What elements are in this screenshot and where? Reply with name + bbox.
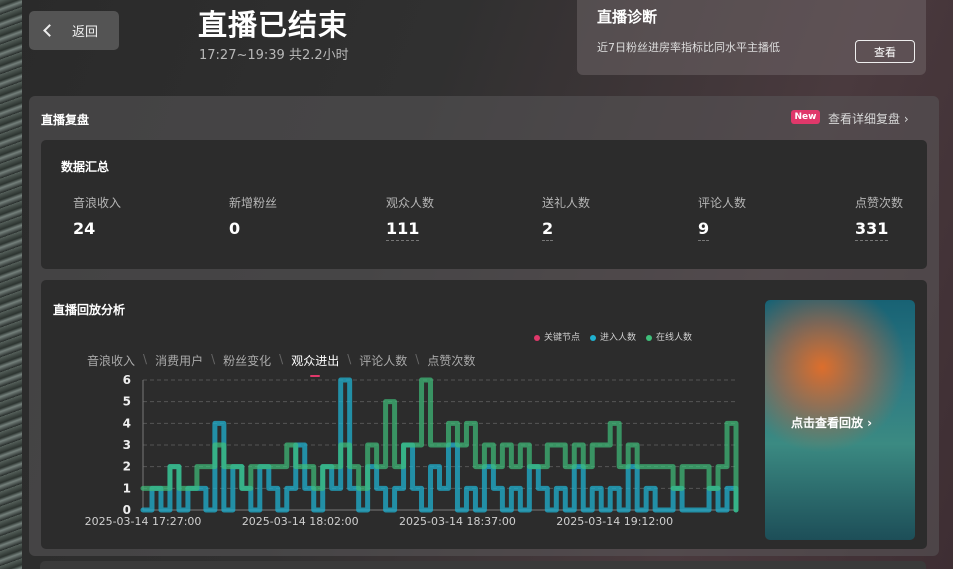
tab-income[interactable]: 音浪收入	[87, 352, 135, 369]
y-tick-label: 5	[123, 395, 131, 409]
data-summary-card: 数据汇总 音浪收入 24 新增粉丝 0 观众人数 111 送礼人数 2 评论人数…	[41, 140, 927, 269]
metric-new-fans: 新增粉丝 0	[229, 194, 277, 238]
metric-value: 111	[386, 219, 420, 241]
metric-gifters[interactable]: 送礼人数 2	[542, 194, 590, 241]
tab-separator: \	[211, 352, 216, 366]
tab-separator: \	[143, 352, 148, 366]
y-tick-label: 2	[123, 460, 131, 474]
metric-value: 331	[855, 219, 889, 241]
metric-label: 点赞次数	[855, 196, 904, 210]
metric-commenters[interactable]: 评论人数 9	[698, 194, 746, 241]
metric-value: 9	[698, 219, 710, 241]
tab-separator: \	[279, 352, 284, 366]
y-tick-label: 3	[123, 438, 131, 452]
metric-viewers[interactable]: 观众人数 111	[386, 194, 434, 241]
y-tick-label: 4	[123, 416, 131, 430]
metric-value: 2	[542, 219, 554, 241]
x-tick-label: 2025-03-14 19:12:00	[556, 515, 673, 528]
metric-income: 音浪收入 24	[73, 194, 121, 238]
metric-label: 评论人数	[698, 196, 747, 210]
replay-thumbnail[interactable]: 点击查看回放 ›	[765, 300, 915, 540]
y-tick-label: 1	[123, 481, 131, 495]
tab-fan-change[interactable]: 粉丝变化	[223, 352, 271, 369]
metric-label: 新增粉丝	[229, 196, 278, 210]
page-title: 直播已结束	[198, 8, 349, 42]
metric-label: 送礼人数	[542, 196, 591, 210]
analysis-tabs: 音浪收入 \ 消费用户 \ 粉丝变化 \ 观众进出 \ 评论人数 \ 点赞次数	[87, 352, 475, 377]
x-tick-label: 2025-03-14 18:37:00	[399, 515, 516, 528]
chart-legend: 关键节点 进入人数 在线人数	[534, 330, 692, 343]
legend-item-enter[interactable]: 进入人数	[590, 330, 636, 343]
chevron-left-icon	[43, 24, 56, 37]
metric-value: 0	[229, 219, 241, 238]
legend-label: 进入人数	[600, 333, 637, 343]
diagnosis-text: 近7日粉丝进房率指标比同水平主播低	[597, 41, 780, 54]
legend-item-key-nodes[interactable]: 关键节点	[534, 330, 580, 343]
tab-separator: \	[415, 352, 420, 366]
summary-title: 数据汇总	[61, 160, 110, 174]
review-title: 直播复盘	[41, 113, 90, 127]
detailed-review-link[interactable]: 查看详细复盘 ›	[828, 110, 909, 127]
tab-separator: \	[347, 352, 352, 366]
legend-label: 关键节点	[544, 333, 581, 343]
tab-commenters[interactable]: 评论人数	[359, 352, 407, 369]
metric-label: 音浪收入	[73, 196, 122, 210]
metric-likes[interactable]: 点赞次数 331	[855, 194, 903, 241]
metric-label: 观众人数	[386, 196, 435, 210]
legend-dot-icon	[590, 334, 597, 341]
legend-item-online[interactable]: 在线人数	[646, 330, 692, 343]
replay-analysis-card: 直播回放分析 关键节点 进入人数 在线人数 音浪收入 \ 消费用户 \ 粉丝变化 \ …	[41, 280, 927, 549]
legend-dot-icon	[646, 334, 653, 341]
back-button-label: 返回	[72, 25, 99, 40]
legend-dot-icon	[534, 334, 540, 341]
new-badge: New	[791, 110, 820, 124]
back-button[interactable]: 返回	[29, 11, 119, 50]
metric-value: 24	[73, 219, 96, 238]
audience-flow-chart: 01234562025-03-14 17:27:00 2025-03-14 18:…	[85, 373, 739, 528]
x-tick-label: 2025-03-14 18:02:00	[242, 515, 359, 528]
legend-label: 在线人数	[656, 333, 693, 343]
background-image-edge	[0, 0, 22, 569]
review-panel: 直播复盘 New 查看详细复盘 › 数据汇总 音浪收入 24 新增粉丝 0 观众…	[29, 96, 939, 556]
replay-label: 点击查看回放 ›	[791, 416, 873, 430]
next-section-card	[40, 561, 926, 569]
analysis-title: 直播回放分析	[53, 303, 126, 317]
y-tick-label: 6	[123, 373, 131, 387]
diagnosis-title: 直播诊断	[597, 8, 658, 26]
tab-paying-users[interactable]: 消费用户	[155, 352, 203, 369]
tab-likes[interactable]: 点赞次数	[427, 352, 475, 369]
x-tick-label: 2025-03-14 17:27:00	[85, 515, 202, 528]
diagnosis-view-button[interactable]: 查看	[855, 40, 915, 63]
diagnosis-card: 直播诊断 近7日粉丝进房率指标比同水平主播低 查看	[577, 0, 926, 75]
tab-audience-flow[interactable]: 观众进出	[291, 352, 339, 377]
live-time-range: 17:27~19:39 共2.2小时	[199, 48, 349, 63]
